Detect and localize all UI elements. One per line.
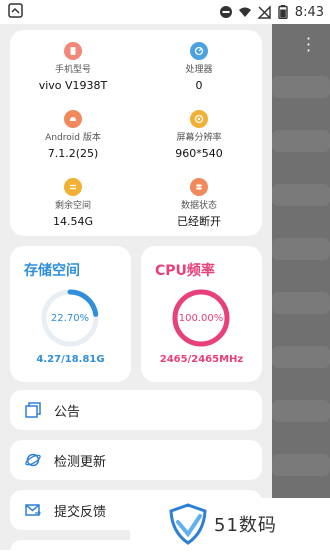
device-info-card: 手机型号 vivo V1938T 处理器 0 Android 版本 7.1.2(… <box>10 30 262 236</box>
info-label: 处理器 <box>185 65 213 75</box>
info-value: 7.1.2(25) <box>47 147 99 160</box>
announcement-icon <box>24 401 42 419</box>
info-free-space: 剩余空间 14.54G <box>10 178 136 229</box>
info-label: 屏幕分辨率 <box>176 133 222 143</box>
menu-label: 提交反馈 <box>54 504 107 520</box>
info-label: 数据状态 <box>180 201 217 211</box>
info-processor: 处理器 0 <box>136 42 262 93</box>
cpu-usage: 2465/2465MHz <box>159 354 244 365</box>
storage-usage: 4.27/18.81G <box>36 354 105 365</box>
info-value: 14.54G <box>52 215 93 228</box>
info-android-version: Android 版本 7.1.2(25) <box>10 110 136 161</box>
menu-item-check-update[interactable]: 检测更新 <box>10 440 262 480</box>
info-data-status: 数据状态 已经断开 <box>136 178 262 229</box>
storage-title: 存储空间 <box>24 263 80 279</box>
watermark-text: 51数码 <box>214 515 277 536</box>
cpu-percent: 100.00% <box>178 312 224 324</box>
wifi-icon <box>238 7 251 17</box>
cpu-ring: 100.00% <box>171 288 231 348</box>
info-value: 0 <box>195 79 203 92</box>
info-label: Android 版本 <box>45 133 101 143</box>
clock: 8:43 <box>294 4 324 20</box>
storage-icon <box>64 178 82 196</box>
phone-icon <box>64 42 82 60</box>
storage-percent: 22.70% <box>50 312 90 324</box>
info-label: 剩余空间 <box>54 201 91 211</box>
storage-card[interactable]: 存储空间 22.70% 4.27/18.81G <box>10 246 131 382</box>
menu-item-announcement[interactable]: 公告 <box>10 390 262 430</box>
navigation-drawer: 手机型号 vivo V1938T 处理器 0 Android 版本 7.1.2(… <box>0 24 272 554</box>
notification-icon <box>8 3 23 18</box>
shield-logo-icon <box>169 503 207 545</box>
no-signal-icon <box>257 5 271 19</box>
status-bar: 8:43 <box>0 0 330 24</box>
cpu-gauge-icon <box>190 42 208 60</box>
background-overlay[interactable]: · · · <box>272 24 330 550</box>
android-icon <box>64 110 82 128</box>
cpu-card[interactable]: CPU频率 100.00% 2465/2465MHz <box>141 246 262 382</box>
info-value: 960*540 <box>175 147 223 160</box>
menu-label: 公告 <box>54 404 81 420</box>
info-screen-resolution: 屏幕分辨率 960*540 <box>136 110 262 161</box>
update-icon <box>24 451 42 469</box>
more-options-icon: · · · <box>306 29 312 60</box>
cpu-title: CPU频率 <box>155 263 215 279</box>
battery-icon <box>278 5 288 19</box>
feedback-icon <box>24 501 42 519</box>
info-label: 手机型号 <box>54 65 91 75</box>
data-icon <box>190 178 208 196</box>
info-value: 已经断开 <box>177 215 221 228</box>
storage-ring: 22.70% <box>40 288 100 348</box>
info-phone-model: 手机型号 vivo V1938T <box>10 42 136 93</box>
do-not-disturb-icon <box>219 6 232 18</box>
info-value: vivo V1938T <box>38 79 108 92</box>
screen-icon <box>190 110 208 128</box>
watermark: 51数码 <box>130 498 330 550</box>
menu-label: 检测更新 <box>54 454 107 470</box>
